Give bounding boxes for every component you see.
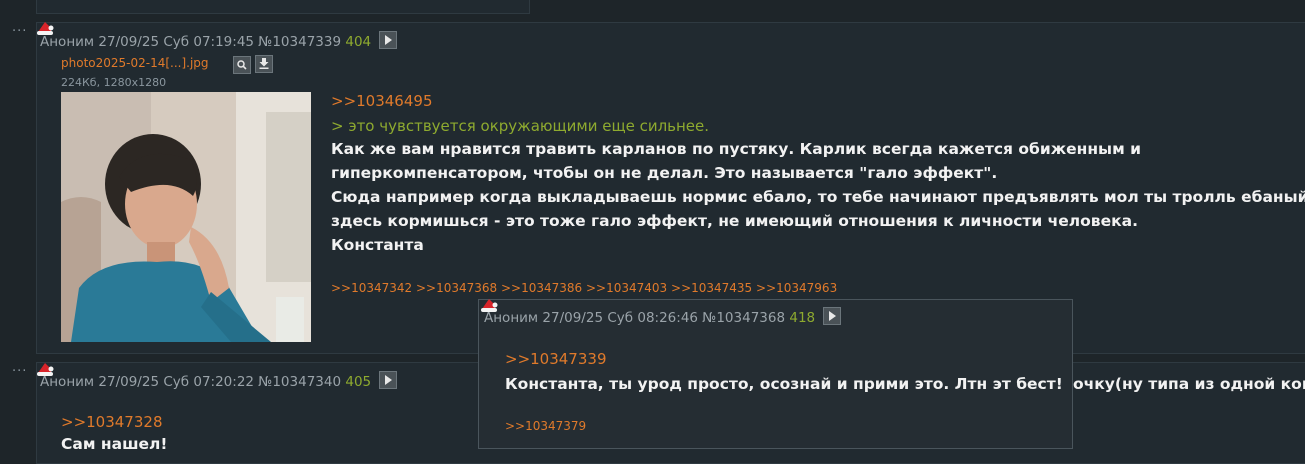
post-body-line: Константа <box>331 236 424 254</box>
post-number-link[interactable]: №10347339 <box>258 34 341 50</box>
post-author: Аноним <box>484 310 539 326</box>
post-body-line: Сюда например когда выкладываешь нормис … <box>331 188 1305 206</box>
post-menu-ellipsis-icon[interactable]: ··· <box>12 24 27 39</box>
post-ordinal: 404 <box>345 34 372 50</box>
post-replies-links[interactable]: >>10347342 >>10347368 >>10347386 >>10347… <box>331 281 837 295</box>
post-ordinal: 405 <box>345 374 372 390</box>
reply-to-link[interactable]: >>10347328 <box>61 413 162 431</box>
post-menu-ellipsis-icon[interactable]: ··· <box>12 364 27 379</box>
file-name-link[interactable]: photo2025-02-14[...].jpg <box>61 56 209 70</box>
post-ordinal: 418 <box>789 310 816 326</box>
file-info: 224Кб, 1280x1280 <box>61 76 167 89</box>
post-body-line: здесь кормишься - это тоже гало эффект, … <box>331 212 1138 230</box>
post-body: Как же вам нравится травить карланов по … <box>331 137 1305 257</box>
play-icon[interactable] <box>379 371 398 389</box>
previous-post-stub <box>36 0 530 14</box>
preview-meta: Аноним 27/09/25 Суб 08:26:46 №10347368 4… <box>484 307 842 326</box>
post-meta: Аноним 27/09/25 Суб 07:20:22 №10347340 4… <box>40 371 398 390</box>
post-number-link[interactable]: №10347340 <box>258 374 341 390</box>
post-date: 27/09/25 Суб 08:26:46 <box>542 310 698 326</box>
post-body: Сам нашел! <box>61 435 168 453</box>
play-icon[interactable] <box>823 307 842 325</box>
post-body-line: Как же вам нравится травить карланов по … <box>331 140 1142 158</box>
post-body-line: гиперкомпенсатором, чтобы он не делал. Э… <box>331 164 998 182</box>
post-author: Аноним <box>40 374 95 390</box>
search-icon[interactable] <box>233 56 251 74</box>
greentext-quote: > это чувствуется окружающими еще сильне… <box>331 117 710 135</box>
play-icon[interactable] <box>379 31 398 49</box>
preview-body: Константа, ты урод просто, осознай и при… <box>505 375 1063 393</box>
post-date: 27/09/25 Суб 07:20:22 <box>98 374 254 390</box>
post-author: Аноним <box>40 34 95 50</box>
post-number-link[interactable]: №10347368 <box>702 310 785 326</box>
download-icon[interactable] <box>255 55 273 73</box>
reply-to-link[interactable]: >>10347339 <box>505 350 606 368</box>
reply-to-link[interactable]: >>10346495 <box>331 92 432 110</box>
post-body-overflow: очку(ну типа из одной ком <box>1073 375 1305 393</box>
post-date: 27/09/25 Суб 07:19:45 <box>98 34 254 50</box>
preview-replies-links[interactable]: >>10347379 <box>505 419 586 433</box>
post-meta: Аноним 27/09/25 Суб 07:19:45 №10347339 4… <box>40 31 398 50</box>
post-image-thumbnail[interactable] <box>61 92 311 342</box>
